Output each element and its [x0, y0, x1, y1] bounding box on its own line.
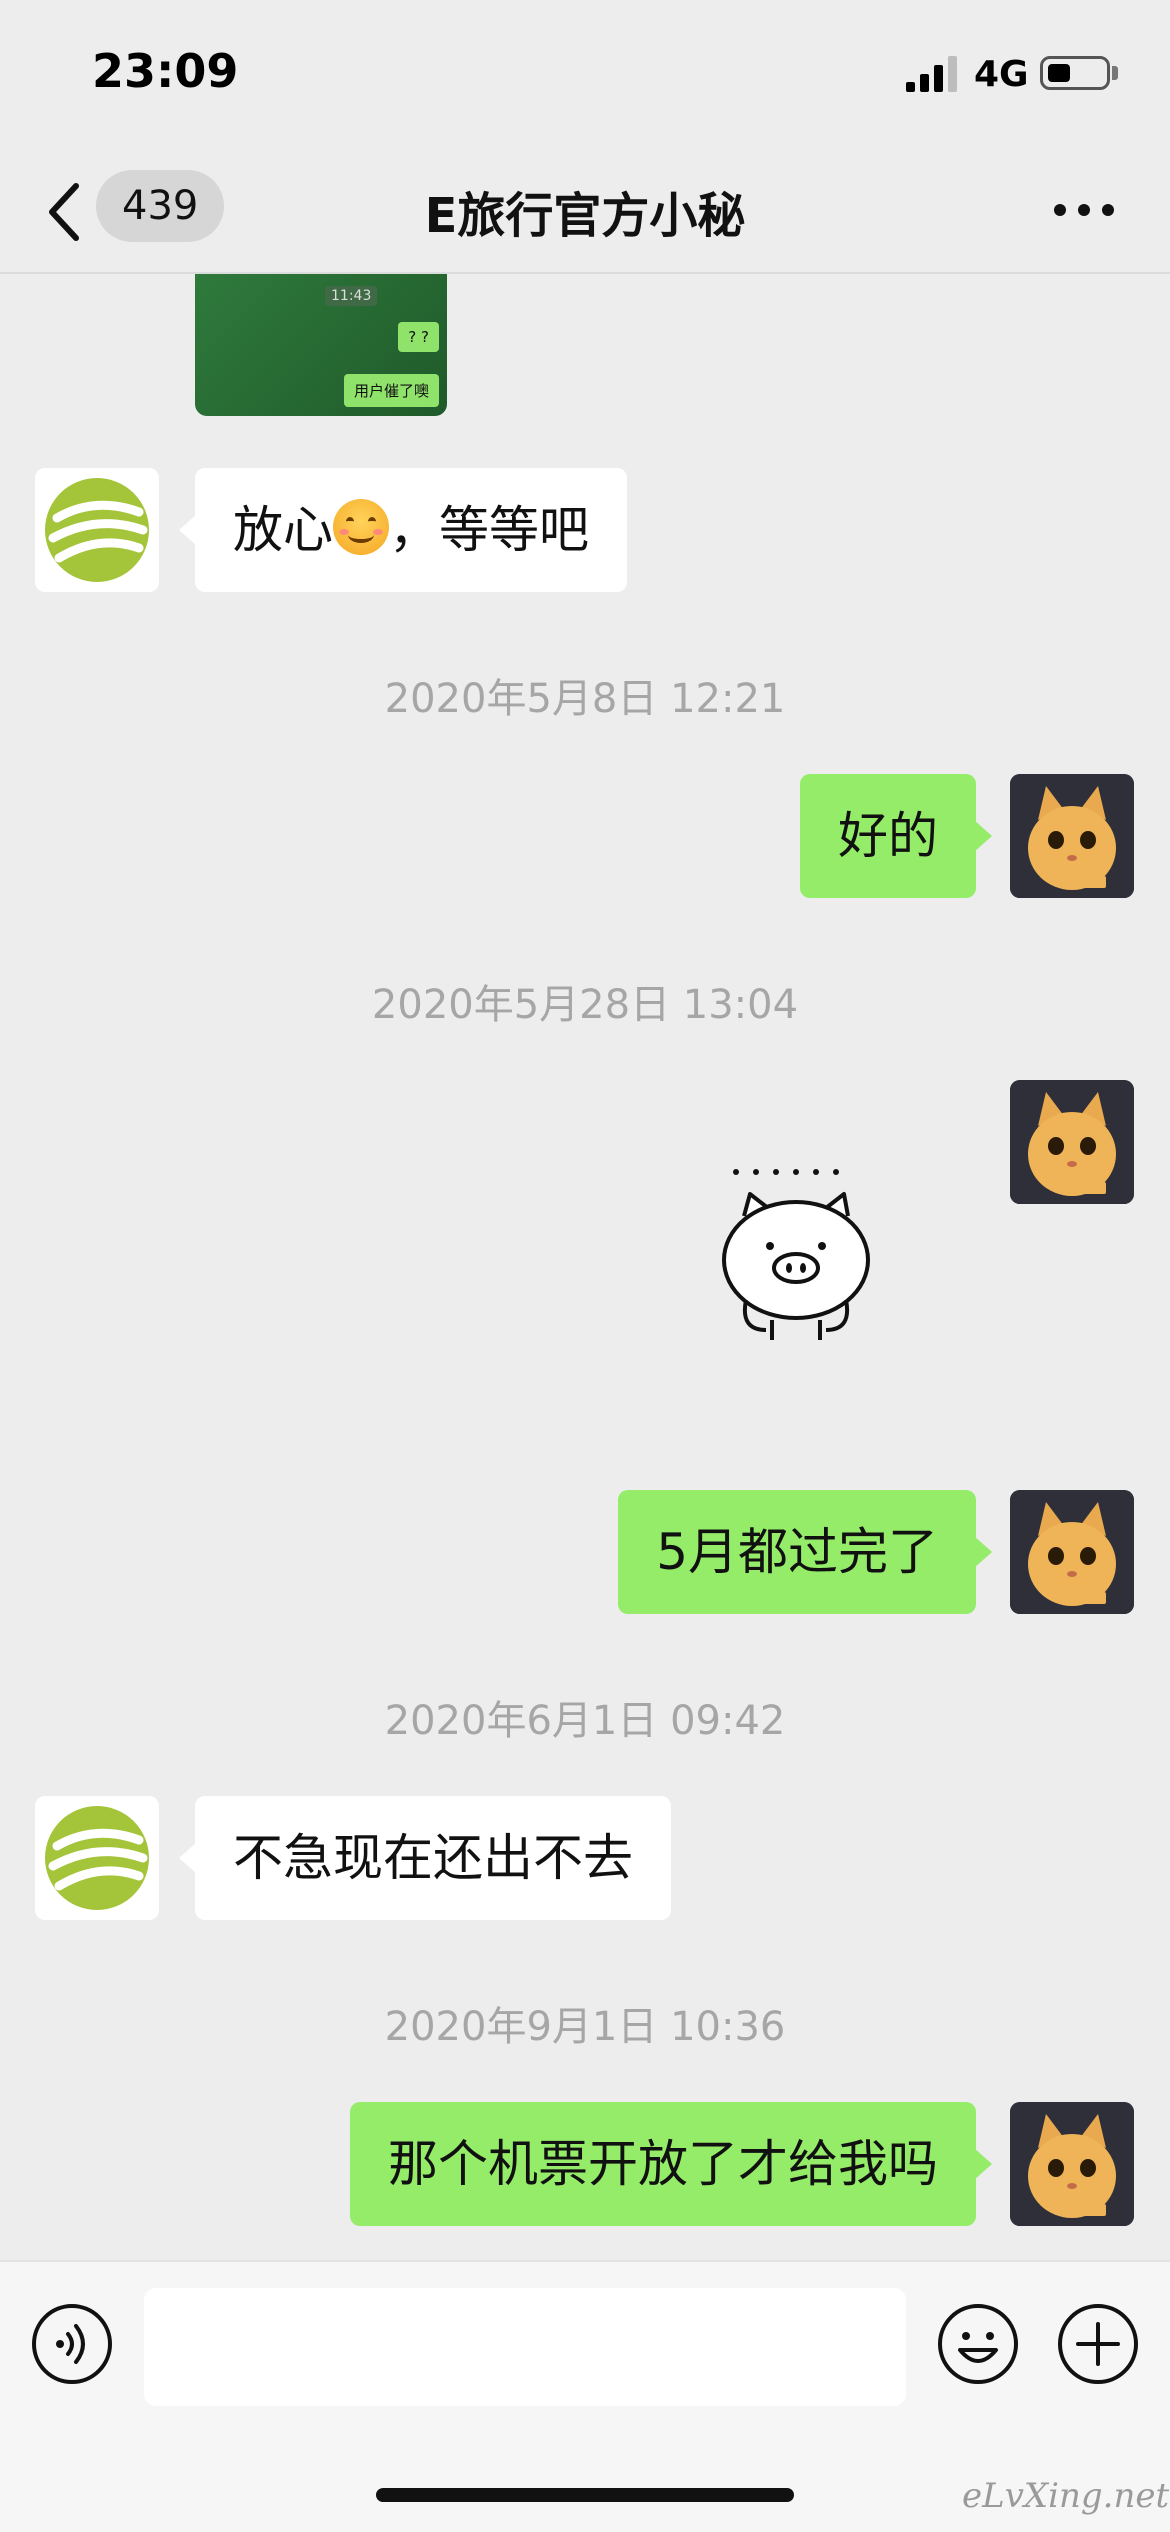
watermark: eLvXing.net — [962, 2476, 1170, 2516]
more-icon[interactable] — [1052, 190, 1116, 230]
received-message[interactable]: 放心 ，等等吧 — [179, 468, 627, 592]
message-timestamp: 2020年9月1日 10:36 — [384, 2004, 786, 2050]
cat-avatar-icon — [1010, 2102, 1134, 2226]
image-message-time: 11:43 — [325, 286, 378, 306]
received-message[interactable]: 不急现在还出不去 — [179, 1796, 671, 1920]
message-text: 5月都过完了 — [656, 1523, 938, 1581]
chat-screen: 23:09 4G 439 E旅行官方小秘 11:43 ? ? 用户催了噢 放心 … — [0, 0, 1170, 2532]
plus-icon[interactable] — [1056, 2302, 1140, 2386]
message-text: ，等等吧 — [389, 501, 589, 559]
user-avatar[interactable] — [1010, 2102, 1134, 2226]
message-text: 好的 — [838, 807, 938, 865]
etravel-logo-icon — [45, 1806, 149, 1910]
message-input[interactable] — [144, 2288, 906, 2406]
user-avatar[interactable] — [1010, 774, 1134, 898]
message-timestamp: 2020年6月1日 09:42 — [384, 1698, 786, 1744]
smiling-face-emoji-icon — [333, 499, 389, 555]
signal-icon — [906, 56, 957, 92]
battery-cap — [1112, 66, 1118, 80]
sent-message[interactable]: 5月都过完了 — [618, 1490, 992, 1614]
message-timestamp: 2020年5月28日 13:04 — [371, 982, 799, 1028]
voice-icon[interactable] — [30, 2302, 114, 2386]
user-avatar[interactable] — [1010, 1080, 1134, 1204]
home-indicator[interactable] — [376, 2488, 794, 2502]
sent-message[interactable]: 好的 — [800, 774, 992, 898]
network-type: 4G — [974, 54, 1029, 95]
cat-avatar-icon — [1010, 1080, 1134, 1204]
image-message[interactable]: 11:43 ? ? 用户催了噢 — [195, 274, 447, 416]
image-message-bubble: ? ? — [398, 322, 439, 352]
status-bar: 23:09 4G — [0, 0, 1170, 150]
status-time: 23:09 — [92, 44, 239, 98]
nav-bar: 439 E旅行官方小秘 — [0, 150, 1170, 274]
etravel-logo-icon — [45, 478, 149, 582]
user-avatar[interactable] — [1010, 1490, 1134, 1614]
message-text: 放心 — [233, 501, 333, 559]
cat-avatar-icon — [1010, 774, 1134, 898]
agent-avatar[interactable] — [35, 1796, 159, 1920]
battery-icon — [1040, 56, 1110, 90]
pig-sticker-icon[interactable] — [716, 1160, 876, 1360]
message-text: 不急现在还出不去 — [233, 1829, 633, 1887]
message-text: 那个机票开放了才给我吗 — [388, 2135, 938, 2193]
emoji-icon[interactable] — [936, 2302, 1020, 2386]
sent-message[interactable]: 那个机票开放了才给我吗 — [350, 2102, 992, 2226]
agent-avatar[interactable] — [35, 468, 159, 592]
cat-avatar-icon — [1010, 1490, 1134, 1614]
message-list[interactable]: 11:43 ? ? 用户催了噢 放心 ，等等吧 2020年5月8日 12:21 好… — [0, 274, 1170, 2260]
message-timestamp: 2020年5月8日 12:21 — [384, 676, 786, 722]
image-message-bubble: 用户催了噢 — [343, 374, 439, 407]
chat-title: E旅行官方小秘 — [424, 188, 746, 244]
